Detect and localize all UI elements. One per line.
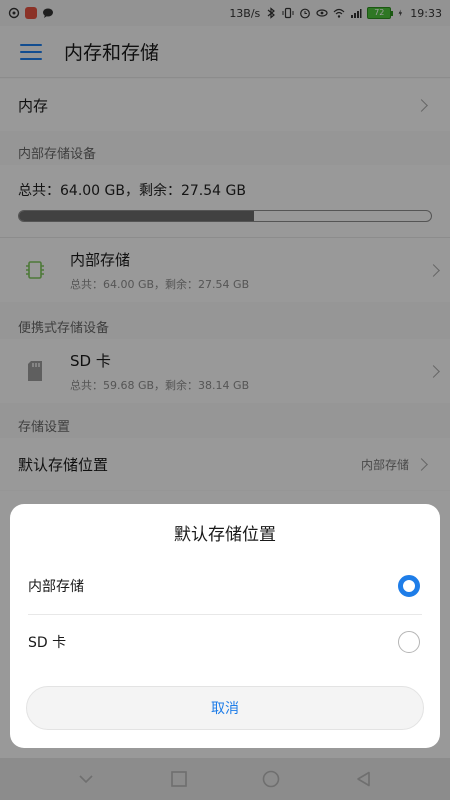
option-label: SD 卡 <box>28 635 67 651</box>
option-label: 内部存储 <box>28 579 84 595</box>
option-internal-storage[interactable]: 内部存储 <box>10 558 440 614</box>
home-icon[interactable] <box>251 759 291 799</box>
navigation-bar <box>0 758 450 800</box>
dialog-title: 默认存储位置 <box>174 525 276 545</box>
hide-nav-icon[interactable] <box>66 759 106 799</box>
radio-button[interactable] <box>398 575 420 597</box>
default-location-dialog: 默认存储位置 内部存储 SD 卡 取消 <box>10 504 440 748</box>
option-sd-card[interactable]: SD 卡 <box>10 614 440 670</box>
back-icon[interactable] <box>344 759 384 799</box>
recent-apps-icon[interactable] <box>159 759 199 799</box>
radio-button[interactable] <box>398 631 420 653</box>
cancel-button[interactable]: 取消 <box>26 686 424 730</box>
